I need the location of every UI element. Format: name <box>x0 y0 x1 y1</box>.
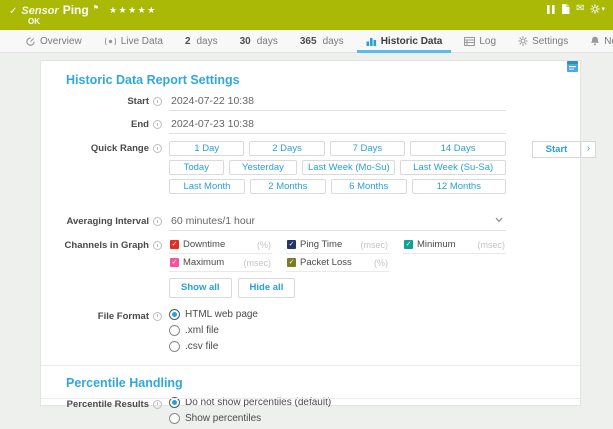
channel-toggle-maximum[interactable]: ✓ Maximum (msec) <box>169 256 272 272</box>
tab-bar: Overview Live Data 2days 30days 365days … <box>0 30 613 53</box>
checkbox-checked-icon: ✓ <box>170 258 179 267</box>
tab-live-data[interactable]: Live Data <box>93 30 174 52</box>
info-icon <box>153 241 162 250</box>
channel-toggle-packet-loss[interactable]: ✓ Packet Loss (%) <box>286 256 389 272</box>
checkbox-checked-icon: ✓ <box>287 258 296 267</box>
tab-30-days[interactable]: 30days <box>229 30 289 52</box>
pause-icon[interactable] <box>547 5 555 14</box>
channels-label: Channels in Graph <box>65 240 149 251</box>
sensor-header: ✓ Sensor Ping ⚑ ★★★★★ OK ✉ ▾ <box>0 0 613 30</box>
overview-icon <box>25 36 36 46</box>
historic-data-icon <box>366 37 377 46</box>
averaging-interval-select[interactable]: 60 minutes/1 hour <box>169 214 506 231</box>
section-title-percentile: Percentile Handling <box>66 376 580 390</box>
percentile-option-show[interactable]: Show percentiles <box>169 413 506 424</box>
report-start-group: Start › <box>532 141 596 158</box>
tab-365-days[interactable]: 365days <box>289 30 355 52</box>
quick-range-button[interactable]: Today <box>169 160 224 175</box>
percentile-results-row: Percentile Results Do not show percentil… <box>41 397 580 429</box>
sensor-type-label: Sensor <box>21 5 58 17</box>
info-icon <box>153 217 162 226</box>
percentile-results-label: Percentile Results <box>67 399 149 410</box>
hide-all-button[interactable]: Hide all <box>238 278 296 298</box>
info-icon <box>153 97 162 106</box>
info-icon <box>153 312 162 321</box>
quick-range-button[interactable]: 12 Months <box>412 179 506 194</box>
quick-range-label: Quick Range <box>91 143 149 154</box>
panel-bottom-divider <box>41 398 580 399</box>
show-all-button[interactable]: Show all <box>169 278 232 298</box>
info-icon <box>153 120 162 129</box>
flag-icon: ⚑ <box>93 4 99 12</box>
end-label: End <box>131 119 149 130</box>
settings-menu-icon[interactable]: ▾ <box>590 4 605 14</box>
section-divider <box>41 365 580 366</box>
collapse-chevron-button[interactable]: › <box>581 141 596 158</box>
checkbox-checked-icon: ✓ <box>287 240 296 249</box>
checkbox-checked-icon: ✓ <box>404 240 413 249</box>
file-format-label: File Format <box>98 311 149 322</box>
quick-range-button[interactable]: Last Week (Su-Sa) <box>400 160 506 175</box>
averaging-interval-row: Averaging Interval 60 minutes/1 hour <box>41 214 580 231</box>
tab-notification-triggers[interactable]: Notification Triggers <box>579 30 613 52</box>
bell-icon <box>590 36 600 46</box>
radio-icon <box>169 341 180 352</box>
file-format-option-xml[interactable]: .xml file <box>169 325 506 336</box>
sensor-name: Ping <box>63 3 89 17</box>
info-icon <box>153 400 162 409</box>
start-report-button[interactable]: Start <box>532 141 581 158</box>
start-label: Start <box>127 96 149 107</box>
checkbox-checked-icon: ✓ <box>170 240 179 249</box>
gear-icon <box>518 36 528 46</box>
end-date-input[interactable]: 2024-07-23 10:38 <box>169 117 506 134</box>
status-check-icon: ✓ <box>9 6 17 17</box>
quick-range-button[interactable]: 7 Days <box>330 141 405 156</box>
file-format-option-csv[interactable]: .csv file <box>169 341 506 352</box>
log-icon <box>464 37 475 46</box>
quick-range-button[interactable]: Last Week (Mo-Su) <box>302 160 395 175</box>
live-data-icon <box>104 37 117 46</box>
start-date-input[interactable]: 2024-07-22 10:38 <box>169 94 506 111</box>
averaging-interval-label: Averaging Interval <box>66 216 149 227</box>
quick-range-button[interactable]: 6 Months <box>331 179 407 194</box>
tab-settings[interactable]: Settings <box>507 30 579 52</box>
sensor-status-badge: OK <box>28 17 40 26</box>
info-icon <box>153 144 162 153</box>
quick-range-button[interactable]: 14 Days <box>410 141 506 156</box>
calendar-icon[interactable] <box>567 61 578 72</box>
quick-range-row: Quick Range 1 Day 2 Days 7 Days 14 Days … <box>41 141 580 198</box>
radio-selected-icon <box>169 309 180 320</box>
file-format-option-html[interactable]: HTML web page <box>169 309 506 320</box>
quick-range-button[interactable]: 2 Months <box>250 179 326 194</box>
settings-panel: Historic Data Report Settings Start 2024… <box>40 60 581 406</box>
priority-stars[interactable]: ★★★★★ <box>109 5 157 16</box>
radio-icon <box>169 325 180 336</box>
section-title-historic: Historic Data Report Settings <box>66 73 580 87</box>
radio-icon <box>169 413 180 424</box>
channel-toggle-downtime[interactable]: ✓ Downtime (%) <box>169 238 272 254</box>
mail-icon[interactable]: ✉ <box>576 4 584 14</box>
channel-toggle-ping-time[interactable]: ✓ Ping Time (msec) <box>286 238 389 254</box>
tab-log[interactable]: Log <box>453 30 507 52</box>
quick-range-button[interactable]: Last Month <box>169 179 245 194</box>
tab-overview[interactable]: Overview <box>14 30 93 52</box>
channels-row: Channels in Graph ✓ Downtime (%) ✓ Ping … <box>41 238 580 298</box>
quick-range-button[interactable]: 1 Day <box>169 141 244 156</box>
quick-range-button[interactable]: Yesterday <box>229 160 298 175</box>
tab-2-days[interactable]: 2days <box>174 30 229 52</box>
start-row: Start 2024-07-22 10:38 <box>41 94 580 111</box>
file-format-row: File Format HTML web page .xml file .csv… <box>41 309 580 357</box>
tab-historic-data[interactable]: Historic Data <box>355 30 454 52</box>
chevron-down-icon <box>495 217 503 223</box>
end-row: End 2024-07-23 10:38 <box>41 117 580 134</box>
channel-toggle-minimum[interactable]: ✓ Minimum (msec) <box>403 238 506 254</box>
report-icon[interactable] <box>561 4 570 14</box>
quick-range-button[interactable]: 2 Days <box>249 141 324 156</box>
caret-down-icon: ▾ <box>601 6 605 13</box>
